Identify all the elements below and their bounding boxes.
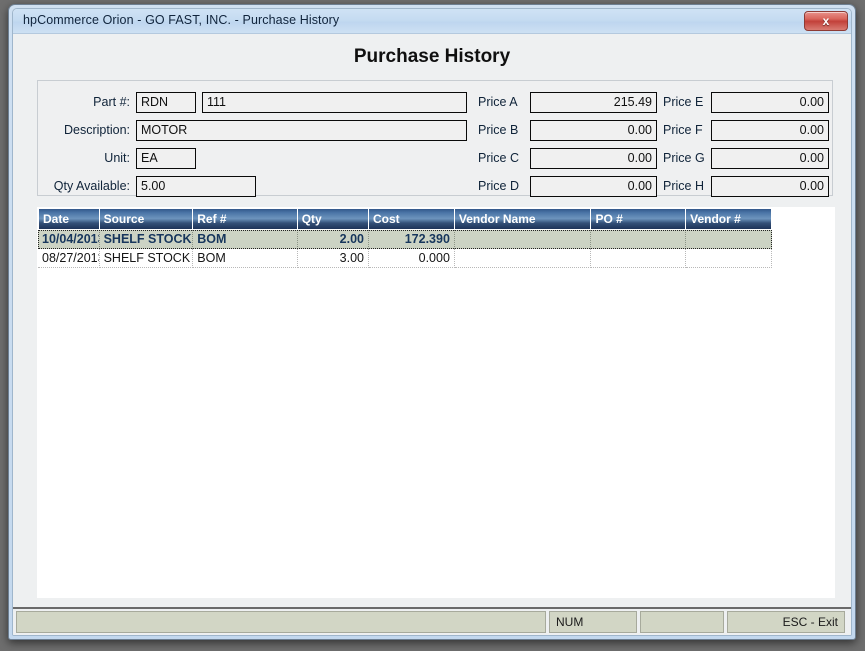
price-e-label: Price E bbox=[663, 95, 704, 109]
price-g-label: Price G bbox=[663, 151, 705, 165]
price-e-input[interactable]: 0.00 bbox=[711, 92, 829, 113]
cell-date: 08/27/2013 bbox=[38, 249, 100, 268]
column-header-po[interactable]: PO # bbox=[591, 208, 687, 230]
window-inner: hpCommerce Orion - GO FAST, INC. - Purch… bbox=[12, 8, 852, 636]
cell-vendor-name bbox=[454, 249, 592, 268]
status-spacer-panel bbox=[640, 610, 724, 633]
part-details-panel: Part #: RDN 111 Description: MOTOR Unit:… bbox=[37, 80, 833, 197]
cell-qty: 2.00 bbox=[298, 230, 369, 249]
unit-label: Unit: bbox=[104, 151, 130, 165]
title-bar[interactable]: hpCommerce Orion - GO FAST, INC. - Purch… bbox=[13, 9, 851, 34]
part-number-label: Part #: bbox=[93, 95, 130, 109]
price-h-input[interactable]: 0.00 bbox=[711, 176, 829, 197]
status-bar: NUM ESC - Exit bbox=[13, 607, 851, 635]
column-header-vendor-name[interactable]: Vendor Name bbox=[454, 208, 592, 230]
column-header-cost[interactable]: Cost bbox=[368, 208, 455, 230]
application-window: hpCommerce Orion - GO FAST, INC. - Purch… bbox=[0, 0, 865, 651]
cell-ref: BOM bbox=[193, 249, 298, 268]
cell-qty: 3.00 bbox=[297, 249, 369, 268]
description-label: Description: bbox=[64, 123, 130, 137]
cell-po bbox=[591, 230, 687, 249]
cell-date: 10/04/2013 bbox=[38, 230, 100, 249]
price-f-input[interactable]: 0.00 bbox=[711, 120, 829, 141]
table-row[interactable]: 10/04/2013 SHELF STOCK BOM 2.00 172.390 bbox=[38, 230, 773, 249]
part-prefix-input[interactable]: RDN bbox=[136, 92, 196, 113]
price-d-label: Price D bbox=[478, 179, 519, 193]
window-frame: hpCommerce Orion - GO FAST, INC. - Purch… bbox=[8, 4, 856, 640]
price-d-input[interactable]: 0.00 bbox=[530, 176, 657, 197]
column-header-date[interactable]: Date bbox=[38, 208, 100, 230]
cell-vendor-num bbox=[686, 249, 773, 268]
column-header-source[interactable]: Source bbox=[99, 208, 194, 230]
table-row[interactable]: 08/27/2013 SHELF STOCK BOM 3.00 0.000 bbox=[38, 249, 773, 268]
page-title: Purchase History bbox=[353, 46, 511, 67]
part-number-input[interactable]: 111 bbox=[202, 92, 467, 113]
price-a-input[interactable]: 215.49 bbox=[530, 92, 657, 113]
cell-source: SHELF STOCK bbox=[99, 249, 194, 268]
price-a-label: Price A bbox=[478, 95, 518, 109]
cell-vendor-name bbox=[455, 230, 592, 249]
price-g-input[interactable]: 0.00 bbox=[711, 148, 829, 169]
price-h-label: Price H bbox=[663, 179, 704, 193]
window-title: hpCommerce Orion - GO FAST, INC. - Purch… bbox=[23, 13, 340, 27]
status-exit-hint[interactable]: ESC - Exit bbox=[727, 610, 845, 633]
unit-input[interactable]: EA bbox=[136, 148, 196, 169]
purchase-history-grid[interactable]: Date Source Ref # Qty Cost Vendor Name P… bbox=[37, 207, 835, 598]
cell-cost: 0.000 bbox=[369, 249, 455, 268]
description-input[interactable]: MOTOR bbox=[136, 120, 467, 141]
status-message-panel bbox=[16, 610, 546, 633]
price-c-input[interactable]: 0.00 bbox=[530, 148, 657, 169]
price-f-label: Price F bbox=[663, 123, 703, 137]
cell-source: SHELF STOCK bbox=[100, 230, 194, 249]
column-header-qty[interactable]: Qty bbox=[297, 208, 369, 230]
grid-header-row: Date Source Ref # Qty Cost Vendor Name P… bbox=[38, 208, 773, 230]
column-header-ref[interactable]: Ref # bbox=[193, 208, 298, 230]
client-area: Purchase History Part #: RDN 111 Descrip… bbox=[13, 34, 851, 635]
cell-po bbox=[591, 249, 687, 268]
close-icon[interactable]: x bbox=[804, 11, 848, 31]
column-header-vendor-num[interactable]: Vendor # bbox=[686, 208, 773, 230]
price-c-label: Price C bbox=[478, 151, 519, 165]
cell-ref: BOM bbox=[193, 230, 298, 249]
cell-cost: 172.390 bbox=[369, 230, 455, 249]
price-b-label: Price B bbox=[478, 123, 519, 137]
price-b-input[interactable]: 0.00 bbox=[530, 120, 657, 141]
qty-available-label: Qty Available: bbox=[53, 179, 130, 193]
status-num-indicator: NUM bbox=[549, 610, 637, 633]
cell-vendor-num bbox=[686, 230, 773, 249]
qty-available-input[interactable]: 5.00 bbox=[136, 176, 256, 197]
